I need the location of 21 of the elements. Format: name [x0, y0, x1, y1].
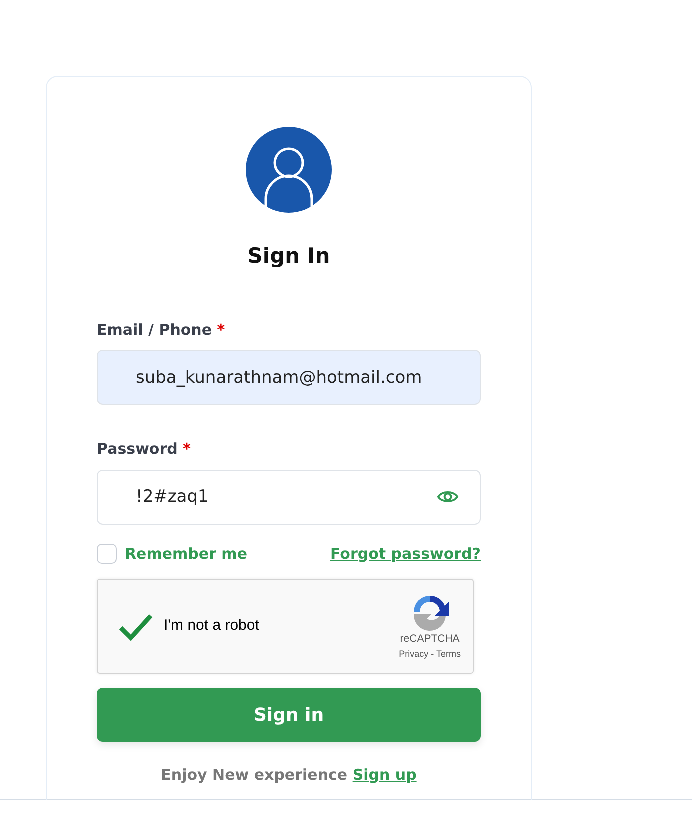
- email-field[interactable]: suba_kunarathnam@hotmail.com: [97, 350, 481, 405]
- privacy-link[interactable]: Privacy: [399, 648, 429, 659]
- captcha-label: I'm not a robot: [164, 616, 260, 636]
- remember-label: Remember me: [125, 544, 248, 564]
- remember-checkbox[interactable]: [97, 544, 117, 564]
- terms-link[interactable]: Terms: [436, 648, 461, 659]
- field-label: Password *: [97, 439, 192, 460]
- captcha-brand: reCAPTCHA: [400, 632, 460, 647]
- footer-text: Enjoy New experience: [161, 766, 348, 784]
- form-title: Sign In: [246, 243, 332, 270]
- avatar-icon: [246, 127, 332, 213]
- checkmark-icon[interactable]: [118, 612, 154, 640]
- required-asterisk: *: [217, 320, 226, 338]
- eye-icon[interactable]: [437, 488, 459, 504]
- sign-up-link[interactable]: Sign up: [352, 766, 417, 784]
- required-asterisk: *: [183, 440, 191, 458]
- forgot-password-link[interactable]: Forgot password?: [330, 542, 481, 565]
- field-label: Email / Phone *: [97, 320, 226, 340]
- password-field[interactable]: !2#zaq1: [97, 470, 481, 524]
- separator-text: -: [431, 648, 434, 659]
- sign-in-button[interactable]: Sign in: [97, 688, 481, 742]
